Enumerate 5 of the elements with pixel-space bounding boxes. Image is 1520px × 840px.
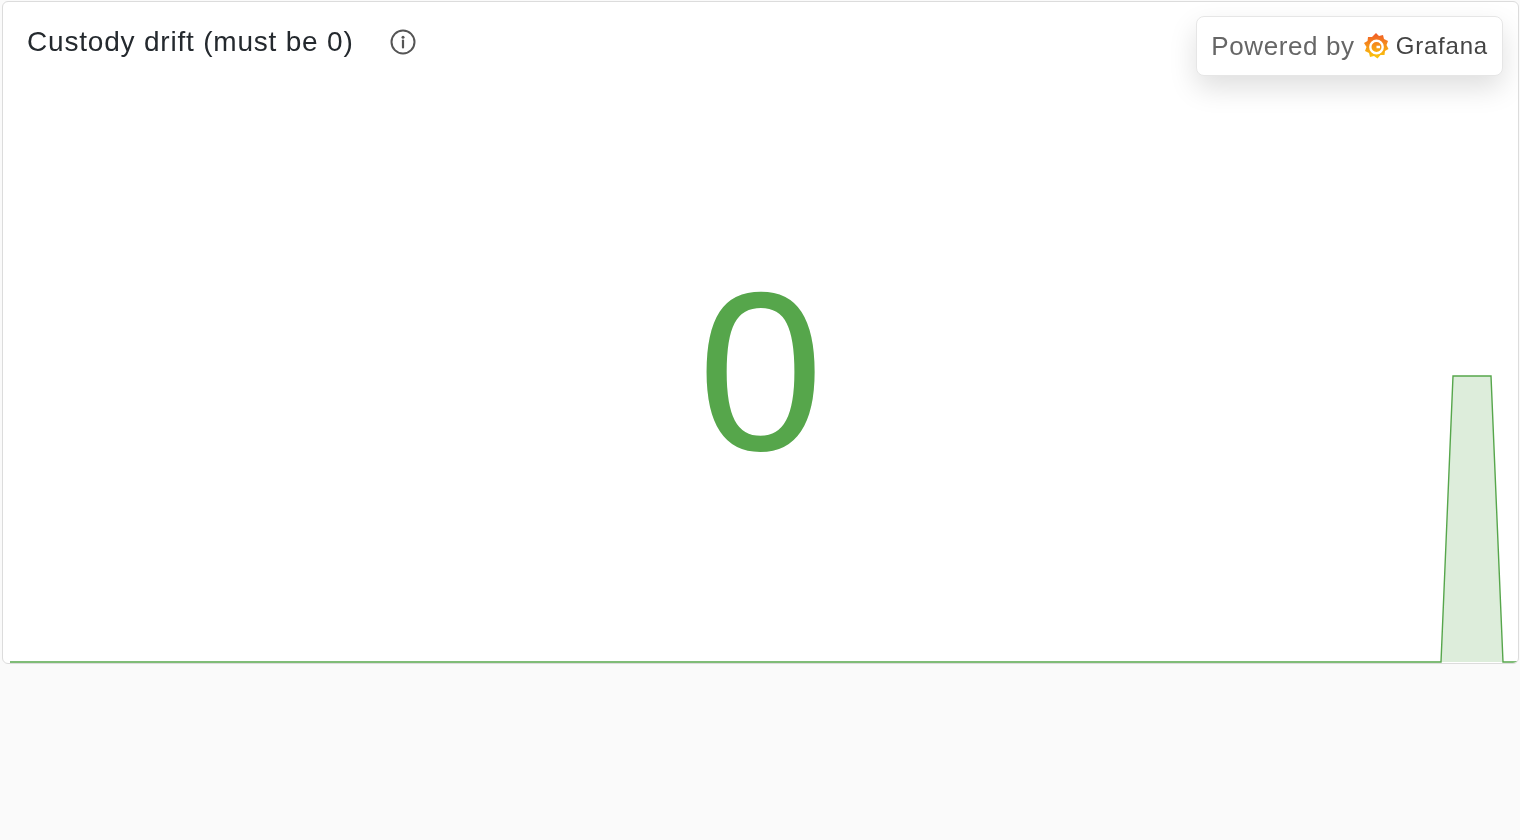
powered-by-link[interactable]: Powered by Grafana <box>1196 16 1503 76</box>
info-icon[interactable] <box>389 29 416 55</box>
panel-title: Custody drift (must be 0) <box>27 26 354 58</box>
logo-icon <box>1362 32 1389 60</box>
stat-value: 0 <box>697 258 824 485</box>
